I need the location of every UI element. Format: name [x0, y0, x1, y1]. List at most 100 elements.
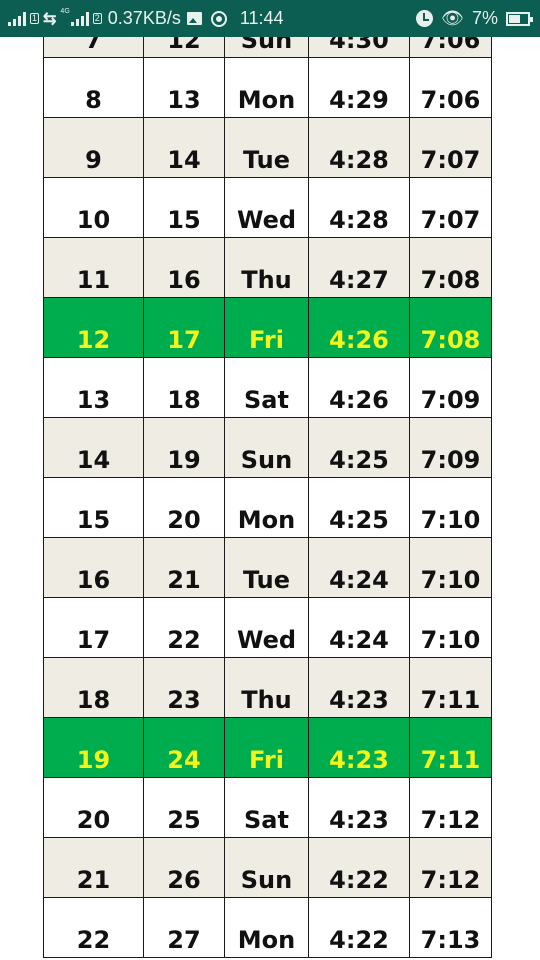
signal-icon: [8, 11, 26, 26]
cell-date-number: 18: [143, 357, 225, 418]
cell-weekday: Sat: [224, 357, 309, 418]
network-type: 4G: [60, 8, 70, 15]
cell-date-number: 26: [143, 837, 225, 898]
cell-time-1: 4:26: [308, 297, 410, 358]
battery-percent: 7%: [471, 8, 498, 28]
calendar-table: 7 12 Sun 4:30 7:06 8 13 Mon 4:29 7:06 9 14 Tue 4:28 7:…: [43, 0, 492, 958]
cell-day-number: 17: [43, 597, 144, 658]
cell-day-number: 18: [43, 657, 144, 718]
table-row: 17 22 Wed 4:24 7:10: [43, 597, 492, 658]
status-left: 1 ⇆ 4G 2 0.37KB/s 11:44: [0, 0, 284, 37]
cell-day-number: 12: [43, 297, 144, 358]
cell-time-2: 7:10: [409, 597, 492, 658]
table-row: 10 15 Wed 4:28 7:07: [43, 177, 492, 238]
cell-time-1: 4:27: [308, 237, 410, 298]
cell-time-1: 4:25: [308, 417, 410, 478]
cell-weekday: Fri: [224, 297, 309, 358]
cell-weekday: Mon: [224, 57, 309, 118]
hotspot-icon: [210, 10, 227, 27]
cell-date-number: 19: [143, 417, 225, 478]
cell-day-number: 9: [43, 117, 144, 178]
cell-weekday: Wed: [224, 597, 309, 658]
cell-day-number: 13: [43, 357, 144, 418]
network-speed: 0.37KB/s: [107, 8, 181, 28]
cell-day-number: 8: [43, 57, 144, 118]
image-notification-icon: [186, 12, 202, 25]
table-row: 13 18 Sat 4:26 7:09: [43, 357, 492, 418]
cell-time-1: 4:29: [308, 57, 410, 118]
cell-date-number: 23: [143, 657, 225, 718]
cell-time-1: 4:28: [308, 117, 410, 178]
cell-time-1: 4:26: [308, 357, 410, 418]
cell-weekday: Tue: [224, 117, 309, 178]
table-row: 14 19 Sun 4:25 7:09: [43, 417, 492, 478]
cell-date-number: 16: [143, 237, 225, 298]
cell-weekday: Tue: [224, 537, 309, 598]
cell-date-number: 20: [143, 477, 225, 538]
cell-weekday: Sun: [224, 837, 309, 898]
cell-time-2: 7:11: [409, 657, 492, 718]
table-row: 16 21 Tue 4:24 7:10: [43, 537, 492, 598]
cell-day-number: 11: [43, 237, 144, 298]
calendar-table-container: 7 12 Sun 4:30 7:06 8 13 Mon 4:29 7:06 9 14 Tue 4:28 7:…: [43, 0, 492, 958]
cell-date-number: 24: [143, 717, 225, 778]
cell-time-2: 7:10: [409, 537, 492, 598]
cell-day-number: 20: [43, 777, 144, 838]
table-row: 9 14 Tue 4:28 7:07: [43, 117, 492, 178]
cell-day-number: 21: [43, 837, 144, 898]
cell-time-1: 4:28: [308, 177, 410, 238]
status-bar: 1 ⇆ 4G 2 0.37KB/s 11:44 👁 7%: [0, 0, 540, 37]
cell-date-number: 22: [143, 597, 225, 658]
cell-date-number: 15: [143, 177, 225, 238]
sim1-badge: 1: [30, 13, 40, 24]
cell-day-number: 10: [43, 177, 144, 238]
table-row-highlighted: 19 24 Fri 4:23 7:11: [43, 717, 492, 778]
cell-weekday: Sat: [224, 777, 309, 838]
cell-time-2: 7:12: [409, 837, 492, 898]
cell-time-2: 7:07: [409, 177, 492, 238]
cell-day-number: 15: [43, 477, 144, 538]
cell-day-number: 22: [43, 897, 144, 958]
cell-weekday: Thu: [224, 237, 309, 298]
cell-time-1: 4:22: [308, 897, 410, 958]
table-row: 11 16 Thu 4:27 7:08: [43, 237, 492, 298]
cell-time-1: 4:23: [308, 657, 410, 718]
cell-date-number: 21: [143, 537, 225, 598]
cell-time-2: 7:08: [409, 237, 492, 298]
cell-time-2: 7:09: [409, 357, 492, 418]
cell-date-number: 17: [143, 297, 225, 358]
cell-time-2: 7:10: [409, 477, 492, 538]
cell-date-number: 14: [143, 117, 225, 178]
sim2-badge: 2: [92, 13, 102, 24]
cell-time-2: 7:06: [409, 57, 492, 118]
clock: 11:44: [239, 8, 284, 28]
cell-time-1: 4:25: [308, 477, 410, 538]
cell-day-number: 19: [43, 717, 144, 778]
table-row: 21 26 Sun 4:22 7:12: [43, 837, 492, 898]
table-row: 20 25 Sat 4:23 7:12: [43, 777, 492, 838]
cell-weekday: Fri: [224, 717, 309, 778]
cell-day-number: 14: [43, 417, 144, 478]
cell-time-2: 7:08: [409, 297, 492, 358]
data-arrows-icon: ⇆: [43, 10, 57, 28]
cell-date-number: 27: [143, 897, 225, 958]
cell-date-number: 13: [143, 57, 225, 118]
signal-icon-2: [70, 11, 89, 26]
cell-time-2: 7:11: [409, 717, 492, 778]
battery-icon: [506, 11, 533, 26]
table-row: 15 20 Mon 4:25 7:10: [43, 477, 492, 538]
cell-time-1: 4:23: [308, 777, 410, 838]
table-row: 18 23 Thu 4:23 7:11: [43, 657, 492, 718]
table-row: 8 13 Mon 4:29 7:06: [43, 57, 492, 118]
status-right: 👁 7%: [416, 0, 540, 37]
cell-weekday: Mon: [224, 477, 309, 538]
cell-time-1: 4:22: [308, 837, 410, 898]
cell-time-1: 4:23: [308, 717, 410, 778]
cell-day-number: 16: [43, 537, 144, 598]
table-row: 22 27 Mon 4:22 7:13: [43, 897, 492, 958]
cell-time-1: 4:24: [308, 597, 410, 658]
cell-weekday: Wed: [224, 177, 309, 238]
cell-time-2: 7:07: [409, 117, 492, 178]
eye-comfort-icon: 👁: [441, 8, 464, 28]
cell-date-number: 25: [143, 777, 225, 838]
